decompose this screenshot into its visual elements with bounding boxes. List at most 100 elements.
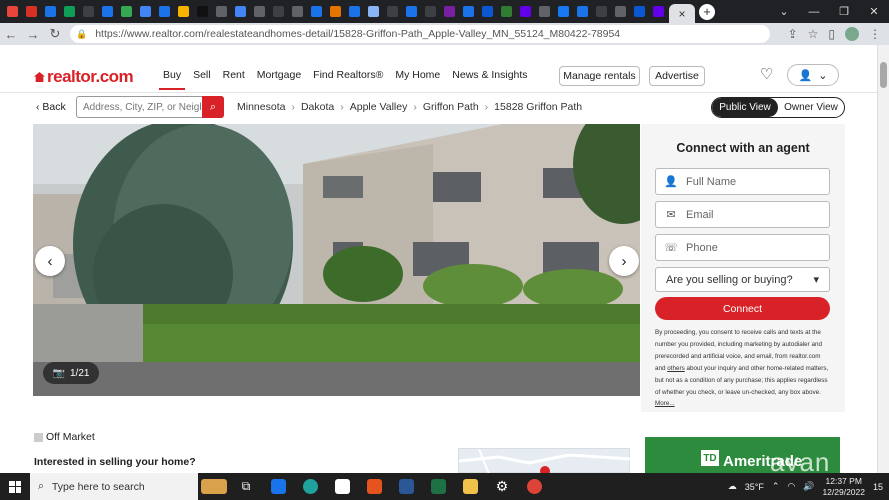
more-link[interactable]: More... — [655, 400, 675, 407]
browser-tab[interactable] — [42, 3, 59, 20]
nav-sell[interactable]: Sell — [193, 69, 211, 81]
browser-tab[interactable] — [4, 3, 21, 20]
browser-tab[interactable] — [365, 3, 382, 20]
scrollbar-thumb[interactable] — [880, 62, 887, 88]
connect-button[interactable]: Connect — [655, 297, 830, 320]
close-window-icon[interactable]: ✕ — [859, 5, 889, 18]
weather-icon[interactable]: ☁ — [728, 481, 737, 492]
full-name-field[interactable]: 👤 Full Name — [655, 168, 830, 195]
wifi-icon[interactable]: ◠ — [787, 481, 795, 492]
volume-icon[interactable]: 🔊 — [803, 481, 814, 492]
browser-menu-icon[interactable]: ⋮ — [869, 27, 881, 41]
settings-gear-icon[interactable]: ⚙ — [486, 473, 518, 500]
profile-icon[interactable] — [845, 27, 859, 41]
browser-tab[interactable] — [555, 3, 572, 20]
office-icon[interactable] — [358, 473, 390, 500]
browser-tab[interactable] — [289, 3, 306, 20]
browser-tab[interactable] — [498, 3, 515, 20]
browser-tab[interactable] — [99, 3, 116, 20]
browser-tab[interactable] — [80, 3, 97, 20]
browser-tab[interactable] — [460, 3, 477, 20]
edge-icon[interactable] — [294, 473, 326, 500]
owner-view-button[interactable]: Owner View — [778, 98, 844, 117]
amazon-icon[interactable] — [326, 473, 358, 500]
chevron-up-icon[interactable]: ⌃ — [772, 481, 780, 492]
browser-tab[interactable] — [232, 3, 249, 20]
back-arrow-icon[interactable]: ← — [0, 27, 22, 42]
browser-tab[interactable] — [270, 3, 287, 20]
previous-photo-button[interactable]: ‹ — [35, 246, 65, 276]
search-button[interactable]: ⌕ — [202, 96, 224, 118]
advertise-button[interactable]: Advertise — [649, 66, 705, 86]
browser-tab[interactable] — [137, 3, 154, 20]
start-button[interactable] — [0, 473, 30, 500]
news-widget-icon[interactable] — [198, 473, 230, 500]
nav-buy[interactable]: Buy — [158, 69, 186, 90]
file-explorer-icon[interactable] — [454, 473, 486, 500]
map-thumbnail[interactable] — [458, 448, 632, 473]
photo-counter[interactable]: 📷 1/21 — [43, 362, 99, 384]
active-tab-close-icon[interactable]: × — [669, 4, 695, 23]
selling-buying-select[interactable]: Are you selling or buying? ▾ — [655, 267, 830, 292]
nav-find-realtors[interactable]: Find Realtors® — [313, 69, 383, 81]
browser-tab[interactable] — [23, 3, 40, 20]
browser-tab[interactable] — [175, 3, 192, 20]
browser-tab[interactable] — [631, 3, 648, 20]
restore-icon[interactable]: ❐ — [829, 5, 859, 18]
browser-tab[interactable] — [213, 3, 230, 20]
search-input[interactable] — [77, 101, 201, 113]
share-icon[interactable]: ⇪ — [788, 27, 798, 41]
browser-tab[interactable] — [403, 3, 420, 20]
page-scrollbar[interactable] — [877, 45, 889, 473]
new-tab-button[interactable]: + — [699, 3, 715, 20]
taskbar-search[interactable]: ⌕ Type here to search — [30, 473, 198, 500]
manage-rentals-button[interactable]: Manage rentals — [559, 66, 640, 86]
nav-news-insights[interactable]: News & Insights — [452, 69, 527, 81]
phone-field[interactable]: ☏ Phone — [655, 234, 830, 261]
browser-tab[interactable] — [384, 3, 401, 20]
browser-tab[interactable] — [251, 3, 268, 20]
realtor-logo[interactable]: realtor.com — [34, 67, 134, 87]
reload-icon[interactable]: ↻ — [44, 26, 66, 42]
browser-tab[interactable] — [479, 3, 496, 20]
browser-tab[interactable] — [536, 3, 553, 20]
chrome-icon[interactable] — [518, 473, 550, 500]
browser-tab[interactable] — [61, 3, 78, 20]
nav-my-home[interactable]: My Home — [395, 69, 440, 81]
browser-tab[interactable] — [517, 3, 534, 20]
breadcrumb-item[interactable]: Minnesota — [237, 101, 285, 113]
user-menu-button[interactable]: 👤 ⌄ — [787, 64, 839, 86]
nav-rent[interactable]: Rent — [223, 69, 245, 81]
public-view-button[interactable]: Public View — [712, 98, 778, 117]
browser-tab[interactable] — [346, 3, 363, 20]
chevron-down-icon[interactable]: ⌄ — [769, 5, 799, 18]
browser-tab[interactable] — [574, 3, 591, 20]
browser-tab[interactable] — [327, 3, 344, 20]
browser-tab[interactable] — [650, 3, 667, 20]
listing-photo[interactable]: ‹ › 📷 1/21 — [33, 124, 640, 396]
mail-app-icon[interactable] — [262, 473, 294, 500]
heart-icon[interactable]: ♡ — [760, 67, 776, 83]
bookmark-star-icon[interactable]: ☆ — [808, 27, 819, 41]
word-icon[interactable] — [390, 473, 422, 500]
browser-tab[interactable] — [194, 3, 211, 20]
advertisement-banner[interactable]: TD Ameritrade avan — [645, 437, 840, 473]
email-field[interactable]: ✉ Email — [655, 201, 830, 228]
excel-icon[interactable] — [422, 473, 454, 500]
back-link[interactable]: ‹ Back — [36, 101, 66, 113]
notification-badge[interactable]: 15 — [873, 482, 883, 492]
browser-tab[interactable] — [118, 3, 135, 20]
browser-tab[interactable] — [422, 3, 439, 20]
browser-tab[interactable] — [308, 3, 325, 20]
next-photo-button[interactable]: › — [609, 246, 639, 276]
forward-arrow-icon[interactable]: → — [22, 27, 44, 42]
breadcrumb-item[interactable]: Dakota — [301, 101, 334, 113]
others-link[interactable]: others — [667, 365, 685, 372]
sidepanel-icon[interactable]: ▯ — [828, 27, 835, 41]
breadcrumb-item[interactable]: Griffon Path — [423, 101, 479, 113]
browser-tab[interactable] — [156, 3, 173, 20]
url-input[interactable]: 🔒 https://www.realtor.com/realestateandh… — [70, 25, 770, 43]
browser-tab[interactable] — [612, 3, 629, 20]
breadcrumb-item[interactable]: Apple Valley — [350, 101, 408, 113]
task-view-icon[interactable]: ⧉ — [230, 473, 262, 500]
